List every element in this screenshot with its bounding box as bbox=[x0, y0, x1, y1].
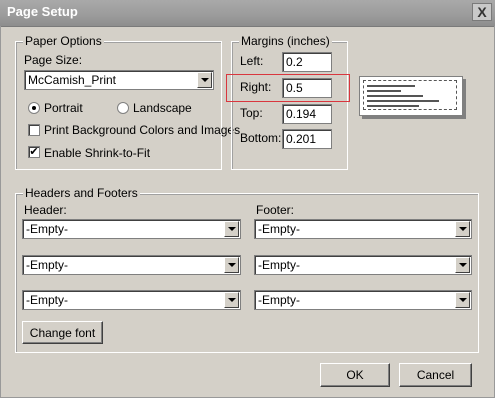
chevron-down-icon[interactable] bbox=[224, 221, 239, 237]
margin-bottom-input[interactable]: 0.201 bbox=[282, 129, 332, 149]
cancel-button[interactable]: Cancel bbox=[399, 363, 472, 387]
margin-bottom-label: Bottom: bbox=[240, 131, 282, 145]
close-icon: X bbox=[477, 4, 487, 20]
footer-select-3[interactable]: -Empty- bbox=[254, 290, 472, 310]
chevron-down-icon[interactable] bbox=[455, 257, 470, 273]
window-title: Page Setup bbox=[7, 4, 78, 19]
portrait-radio[interactable] bbox=[28, 102, 40, 114]
header-select-1[interactable]: -Empty- bbox=[22, 219, 241, 239]
chevron-down-icon[interactable] bbox=[197, 72, 212, 88]
close-button[interactable]: X bbox=[472, 3, 492, 21]
footer-select-2[interactable]: -Empty- bbox=[254, 255, 472, 275]
page-size-select[interactable]: McCamish_Print bbox=[24, 70, 214, 90]
right-margin-highlight bbox=[226, 74, 350, 102]
headers-footers-legend: Headers and Footers bbox=[23, 186, 140, 200]
footer-select-1[interactable]: -Empty- bbox=[254, 219, 472, 239]
margin-left-label: Left: bbox=[240, 54, 264, 68]
landscape-radio[interactable] bbox=[117, 102, 129, 114]
page-size-label: Page Size: bbox=[24, 53, 83, 67]
ok-button[interactable]: OK bbox=[320, 363, 390, 387]
paper-options-legend: Paper Options bbox=[23, 34, 104, 48]
chevron-down-icon[interactable] bbox=[224, 292, 239, 308]
print-background-label: Print Background Colors and Images bbox=[44, 123, 241, 137]
page-preview bbox=[359, 76, 463, 116]
margin-left-input[interactable]: 0.2 bbox=[282, 52, 332, 72]
checkmark-icon: ✔ bbox=[29, 146, 39, 158]
print-background-checkbox[interactable] bbox=[28, 124, 40, 136]
title-bar: Page Setup X bbox=[0, 0, 495, 27]
margin-top-input[interactable]: 0.194 bbox=[282, 104, 332, 124]
shrink-to-fit-checkbox[interactable]: ✔ bbox=[28, 146, 40, 158]
margin-top-label: Top: bbox=[240, 106, 263, 120]
header-select-3[interactable]: -Empty- bbox=[22, 290, 241, 310]
chevron-down-icon[interactable] bbox=[224, 257, 239, 273]
landscape-label: Landscape bbox=[133, 101, 192, 115]
header-select-2[interactable]: -Empty- bbox=[22, 255, 241, 275]
margins-legend: Margins (inches) bbox=[239, 34, 332, 48]
chevron-down-icon[interactable] bbox=[455, 221, 470, 237]
footer-label: Footer: bbox=[256, 203, 295, 217]
change-font-button[interactable]: Change font bbox=[22, 321, 103, 344]
chevron-down-icon[interactable] bbox=[455, 292, 470, 308]
portrait-label: Portrait bbox=[44, 101, 83, 115]
header-label: Header: bbox=[24, 203, 67, 217]
page-size-value: McCamish_Print bbox=[28, 73, 117, 87]
shrink-to-fit-label: Enable Shrink-to-Fit bbox=[44, 146, 151, 160]
